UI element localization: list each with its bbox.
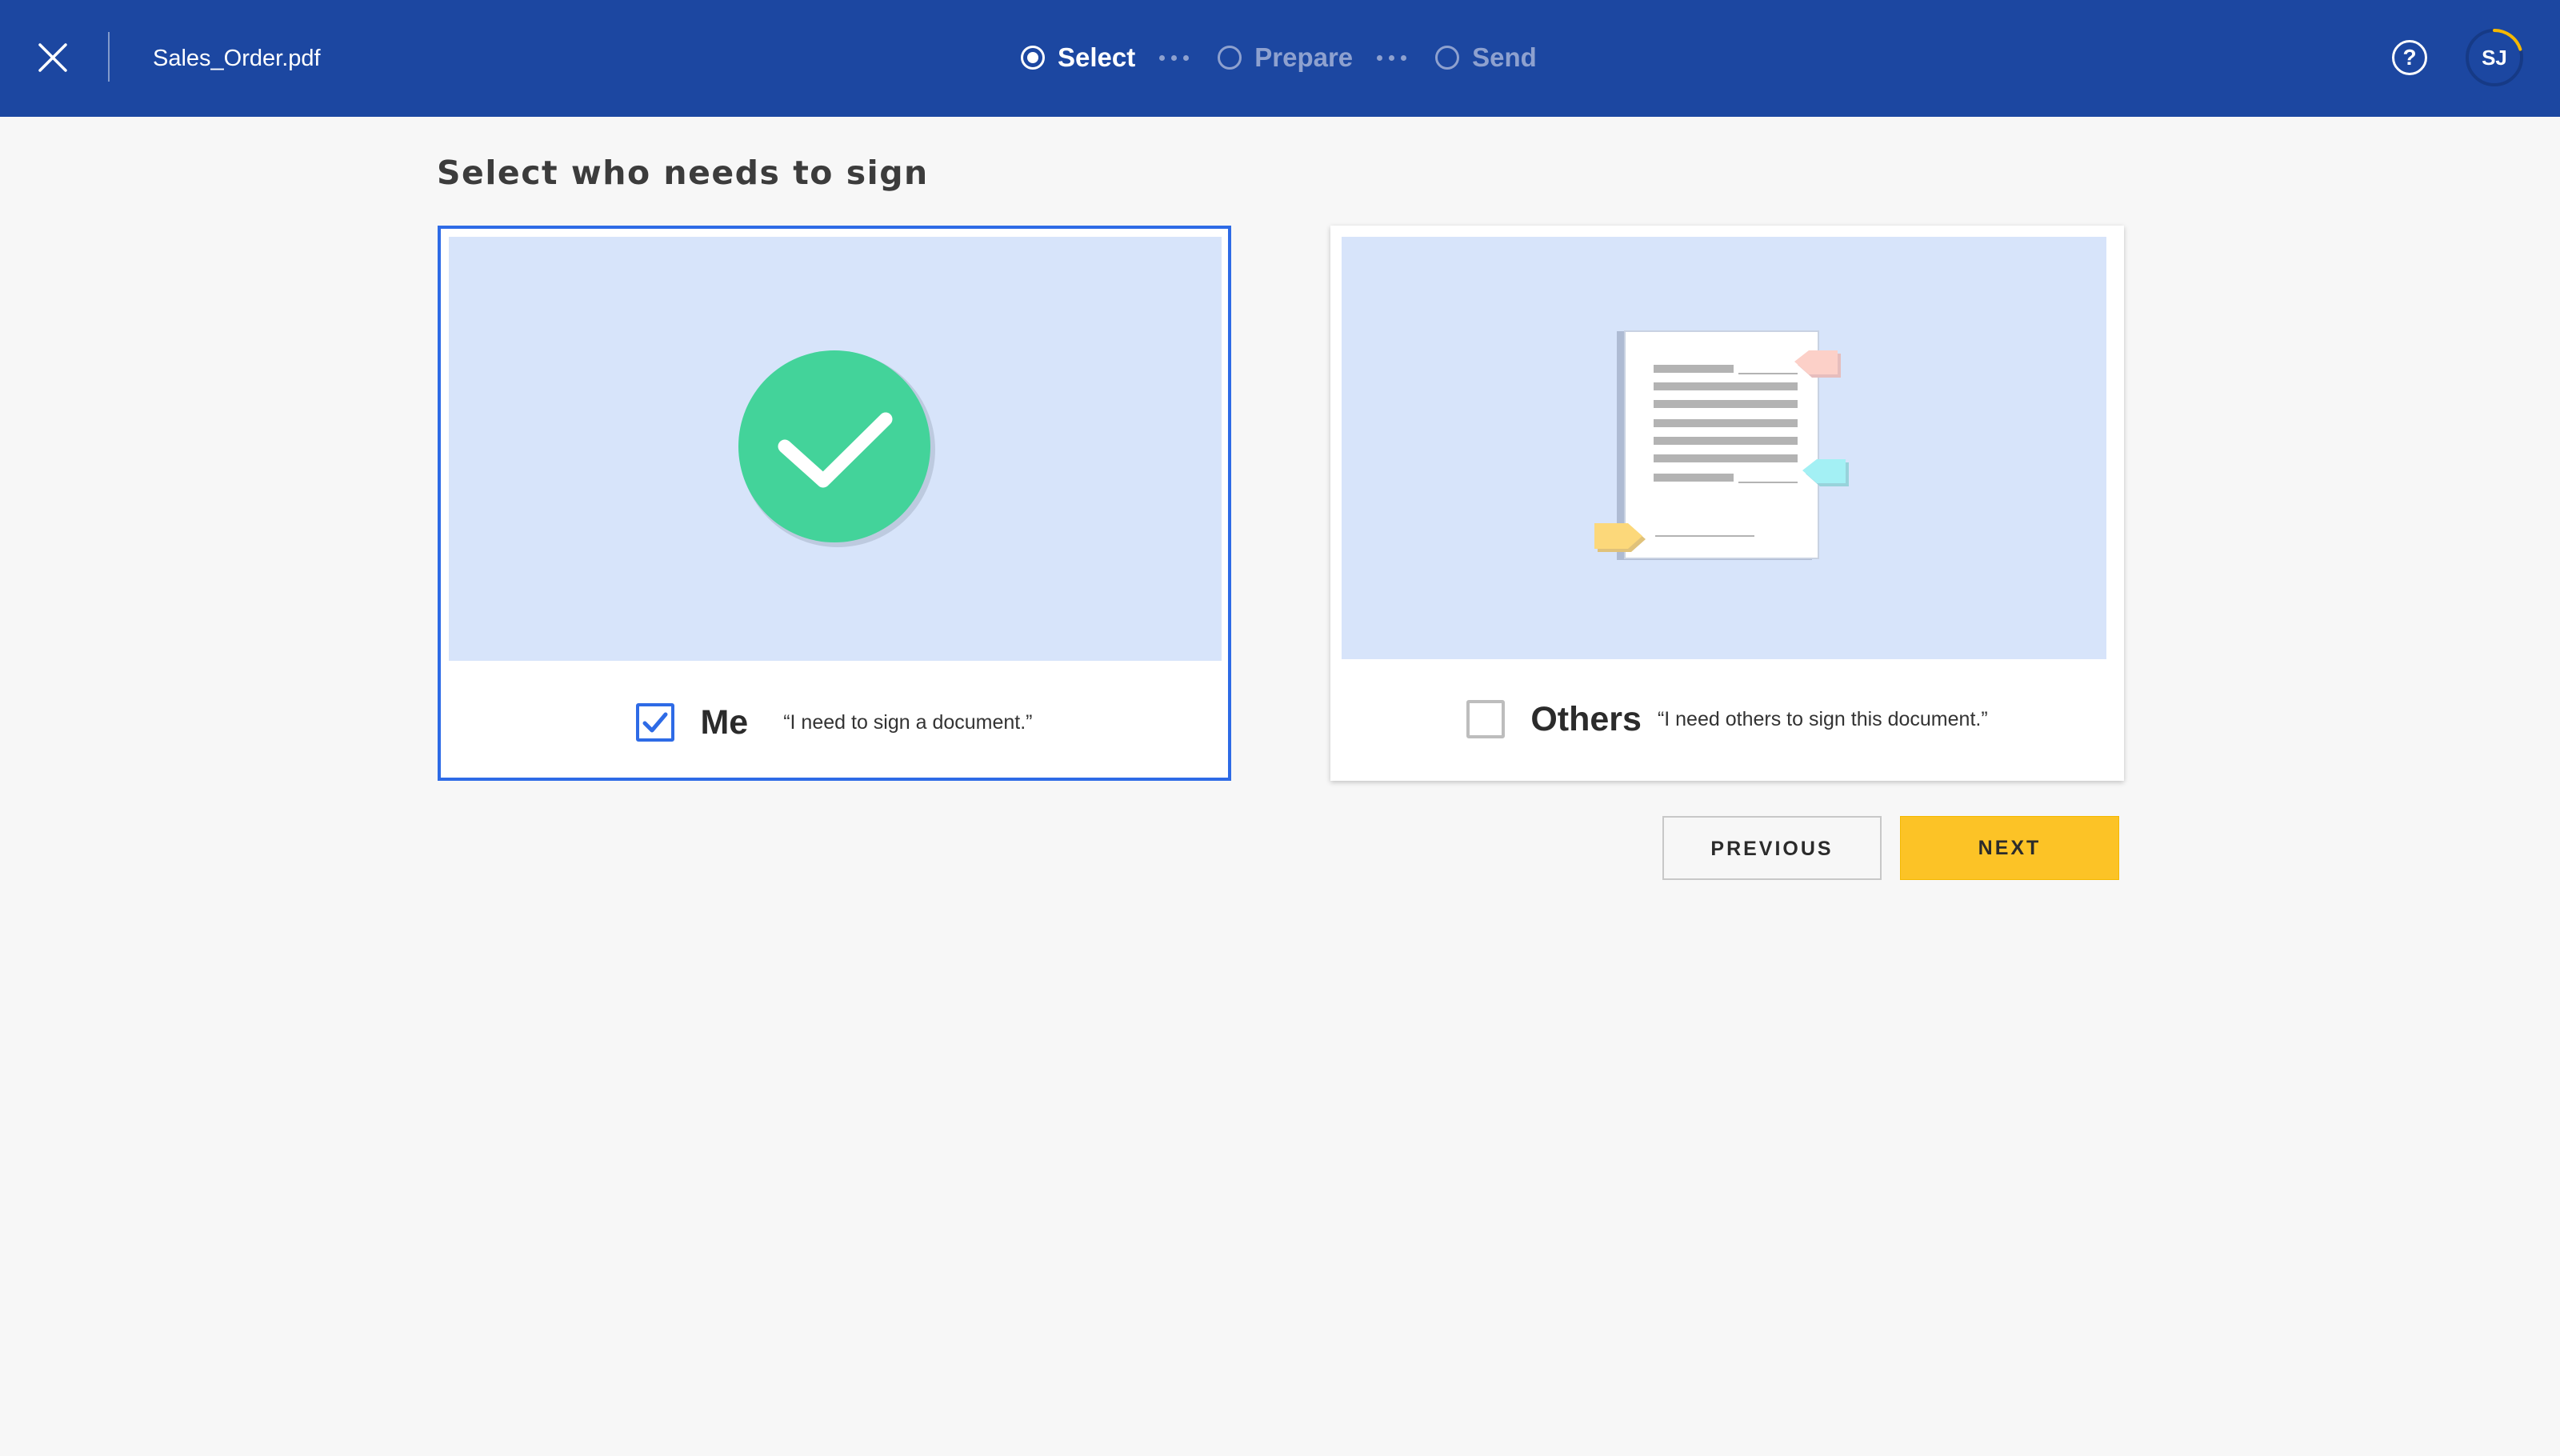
close-icon — [38, 43, 67, 72]
step-separator — [1159, 54, 1195, 61]
step-select[interactable]: Select — [1021, 42, 1135, 74]
others-option-description: “I need others to sign this document.” — [1657, 708, 1988, 730]
page-title: Select who needs to sign — [437, 154, 929, 192]
document-with-tags-icon — [1594, 330, 1849, 560]
me-option-description: “I need to sign a document.” — [783, 711, 1033, 734]
others-option-label: Others — [1530, 700, 1642, 738]
option-card-others[interactable]: Others “I need others to sign this docum… — [1330, 226, 2124, 781]
me-illustration — [449, 237, 1222, 661]
document-filename: Sales_Order.pdf — [153, 46, 321, 71]
others-option-footer: Others “I need others to sign this docum… — [1330, 674, 2124, 765]
step-send-label: Send — [1472, 42, 1537, 72]
user-avatar[interactable]: SJ — [2464, 27, 2525, 88]
step-separator — [1377, 54, 1413, 61]
help-icon[interactable]: ? — [2392, 40, 2427, 75]
me-option-footer: Me “I need to sign a document.” — [441, 677, 1228, 768]
avatar-initials: SJ — [2482, 46, 2507, 70]
step-prepare-radio-icon — [1218, 46, 1242, 70]
step-send-radio-icon — [1435, 46, 1460, 70]
checkmark-icon — [642, 712, 668, 733]
close-button[interactable] — [32, 37, 74, 78]
me-option-label: Me — [700, 703, 749, 742]
top-bar: Sales_Order.pdf Select Prepare Send ? SJ — [0, 0, 2560, 117]
step-prepare[interactable]: Prepare — [1218, 42, 1353, 74]
step-select-label: Select — [1058, 42, 1136, 72]
step-prepare-label: Prepare — [1254, 42, 1354, 72]
option-card-me[interactable]: Me “I need to sign a document.” — [438, 226, 1231, 781]
others-illustration — [1342, 237, 2106, 659]
progress-steps: Select Prepare Send — [1021, 40, 1537, 75]
step-select-radio-icon — [1021, 46, 1045, 70]
step-send[interactable]: Send — [1435, 42, 1537, 74]
others-checkbox[interactable] — [1466, 700, 1506, 738]
header-divider — [108, 32, 110, 82]
checkmark-circle-icon — [738, 350, 935, 547]
previous-button[interactable]: PREVIOUS — [1662, 816, 1882, 880]
next-button[interactable]: NEXT — [1900, 816, 2119, 880]
me-checkbox[interactable] — [636, 703, 675, 742]
